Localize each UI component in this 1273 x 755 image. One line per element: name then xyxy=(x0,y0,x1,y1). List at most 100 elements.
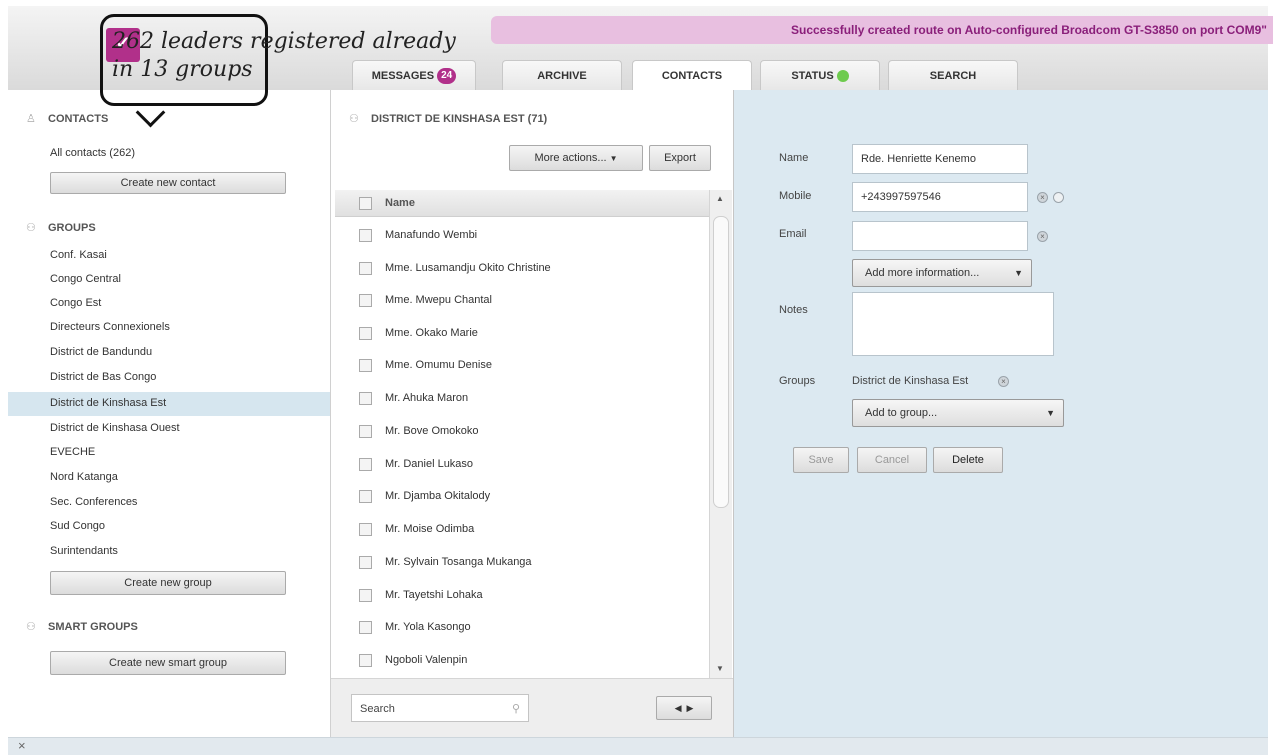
mobile-field[interactable]: +243997597546 xyxy=(852,182,1028,212)
more-actions-dropdown[interactable]: More actions... ▼ xyxy=(509,145,643,171)
contacts-table-header: Name xyxy=(335,190,709,217)
contact-row[interactable]: Mr. Moise Odimba xyxy=(335,514,709,546)
contact-row[interactable]: Manafundo Wembi xyxy=(335,220,709,252)
row-checkbox[interactable] xyxy=(359,392,372,405)
group-icon: ⚇ xyxy=(26,222,36,234)
page-prev-icon[interactable]: ◀ xyxy=(675,703,682,713)
sidebar-group-item[interactable]: EVECHE xyxy=(50,446,95,458)
sidebar-group-item[interactable]: Sec. Conferences xyxy=(50,496,137,508)
contact-row[interactable]: Mme. Okako Marie xyxy=(335,318,709,350)
contact-row[interactable]: Mme. Lusamandju Okito Christine xyxy=(335,253,709,285)
smart-group-icon: ⚇ xyxy=(26,621,36,633)
chevron-down-icon: ▼ xyxy=(1014,268,1023,278)
row-checkbox[interactable] xyxy=(359,229,372,242)
chevron-down-icon: ▼ xyxy=(609,154,618,163)
sidebar-group-item[interactable]: Congo Est xyxy=(50,297,101,309)
column-name-header[interactable]: Name xyxy=(385,197,415,209)
scroll-down-icon[interactable]: ▼ xyxy=(716,664,724,673)
add-mobile-icon[interactable] xyxy=(1053,192,1064,203)
name-field[interactable]: Rde. Henriette Kenemo xyxy=(852,144,1028,174)
sidebar-group-item-selected[interactable]: District de Kinshasa Est xyxy=(50,397,166,409)
tab-search[interactable]: SEARCH xyxy=(888,60,1018,92)
row-checkbox[interactable] xyxy=(359,523,372,536)
contact-group-tag: District de Kinshasa Est xyxy=(852,375,969,387)
contact-row[interactable]: Mr. Djamba Okitalody xyxy=(335,481,709,513)
mobile-label: Mobile xyxy=(779,190,812,202)
row-checkbox[interactable] xyxy=(359,327,372,340)
list-scrollbar[interactable]: ▲ ▼ xyxy=(709,190,732,678)
contact-row[interactable]: Ngoboli Valenpin xyxy=(335,645,709,677)
remove-group-icon[interactable]: × xyxy=(998,376,1009,387)
add-to-group-dropdown[interactable]: Add to group... ▼ xyxy=(852,399,1064,427)
sidebar-group-item[interactable]: District de Bas Congo xyxy=(50,371,156,383)
footer-bar: × xyxy=(8,737,1268,755)
pagination-buttons[interactable]: ◀ ▶ xyxy=(656,696,712,720)
annotation-text: 262 leaders registered already in 13 gro… xyxy=(112,28,456,84)
contact-details-panel: Name Rde. Henriette Kenemo Mobile +24399… xyxy=(734,90,1268,737)
contact-row[interactable]: Mr. Yola Kasongo xyxy=(335,612,709,644)
search-icon: ⚲ xyxy=(511,703,520,715)
remove-email-icon[interactable]: × xyxy=(1037,231,1048,242)
row-checkbox[interactable] xyxy=(359,262,372,275)
group-title: ⚇ DISTRICT DE KINSHASA EST (71) xyxy=(349,113,548,125)
create-contact-button[interactable]: Create new contact xyxy=(50,172,286,194)
contact-row[interactable]: Mr. Daniel Lukaso xyxy=(335,449,709,481)
notification-banner: Successfully created route on Auto-confi… xyxy=(491,16,1273,44)
name-label: Name xyxy=(779,152,809,164)
contact-row[interactable]: Mr. Tayetshi Lohaka xyxy=(335,580,709,612)
row-checkbox[interactable] xyxy=(359,458,372,471)
email-field[interactable] xyxy=(852,221,1028,251)
close-icon[interactable]: × xyxy=(18,738,26,753)
notes-textarea[interactable] xyxy=(852,292,1054,356)
groups-section-title: ⚇ GROUPS xyxy=(26,222,96,234)
save-button[interactable]: Save xyxy=(793,447,849,473)
tab-status[interactable]: STATUS xyxy=(760,60,880,92)
row-checkbox[interactable] xyxy=(359,294,372,307)
sidebar-group-item[interactable]: Surintendants xyxy=(50,545,118,557)
sidebar-group-item[interactable]: Sud Congo xyxy=(50,520,105,532)
select-all-checkbox[interactable] xyxy=(359,197,372,210)
row-checkbox[interactable] xyxy=(359,490,372,503)
sidebar-group-item[interactable]: Congo Central xyxy=(50,273,121,285)
create-smart-group-button[interactable]: Create new smart group xyxy=(50,651,286,675)
tab-search-label: SEARCH xyxy=(929,70,977,82)
remove-mobile-icon[interactable]: × xyxy=(1037,192,1048,203)
export-button[interactable]: Export xyxy=(649,145,711,171)
sidebar-group-item[interactable]: Nord Katanga xyxy=(50,471,118,483)
add-more-information-dropdown[interactable]: Add more information... ▼ xyxy=(852,259,1032,287)
sidebar-group-item[interactable]: District de Bandundu xyxy=(50,346,152,358)
groups-label: Groups xyxy=(779,375,816,387)
contacts-section-title: ♙ CONTACTS xyxy=(26,113,109,125)
contact-icon: ♙ xyxy=(26,113,36,125)
tab-archive-label: ARCHIVE xyxy=(537,70,587,82)
delete-button[interactable]: Delete xyxy=(933,447,1003,473)
tab-contacts-label: CONTACTS xyxy=(661,70,723,82)
row-checkbox[interactable] xyxy=(359,425,372,438)
search-input[interactable]: Search ⚲ xyxy=(351,694,529,722)
row-checkbox[interactable] xyxy=(359,589,372,602)
sidebar-group-item[interactable]: Conf. Kasai xyxy=(50,249,107,261)
all-contacts-link[interactable]: All contacts (262) xyxy=(50,147,135,159)
scrollbar-thumb[interactable] xyxy=(713,216,729,508)
contact-row[interactable]: Mr. Sylvain Tosanga Mukanga xyxy=(335,547,709,579)
contact-row[interactable]: Mr. Bove Omokoko xyxy=(335,416,709,448)
contact-row[interactable]: Mme. Omumu Denise xyxy=(335,350,709,382)
contact-row[interactable]: Mme. Mwepu Chantal xyxy=(335,285,709,317)
group-contacts-panel: ⚇ DISTRICT DE KINSHASA EST (71) More acti… xyxy=(331,90,734,738)
page-next-icon[interactable]: ▶ xyxy=(687,703,694,713)
row-checkbox[interactable] xyxy=(359,556,372,569)
row-checkbox[interactable] xyxy=(359,621,372,634)
scroll-up-icon[interactable]: ▲ xyxy=(716,194,724,203)
tab-archive[interactable]: ARCHIVE xyxy=(502,60,622,92)
create-group-button[interactable]: Create new group xyxy=(50,571,286,595)
row-checkbox[interactable] xyxy=(359,654,372,667)
status-ok-icon xyxy=(836,70,849,83)
sidebar-group-item[interactable]: Directeurs Connexionels xyxy=(50,321,170,333)
cancel-button[interactable]: Cancel xyxy=(857,447,927,473)
notes-label: Notes xyxy=(779,304,808,316)
contact-row[interactable]: Mr. Ahuka Maron xyxy=(335,383,709,415)
sidebar-group-item[interactable]: District de Kinshasa Ouest xyxy=(50,422,180,434)
frontlinesms-app: ✓ Successfully created route on Auto-con… xyxy=(0,0,1273,755)
row-checkbox[interactable] xyxy=(359,359,372,372)
annotation-line-1: 262 leaders registered already xyxy=(112,29,456,54)
